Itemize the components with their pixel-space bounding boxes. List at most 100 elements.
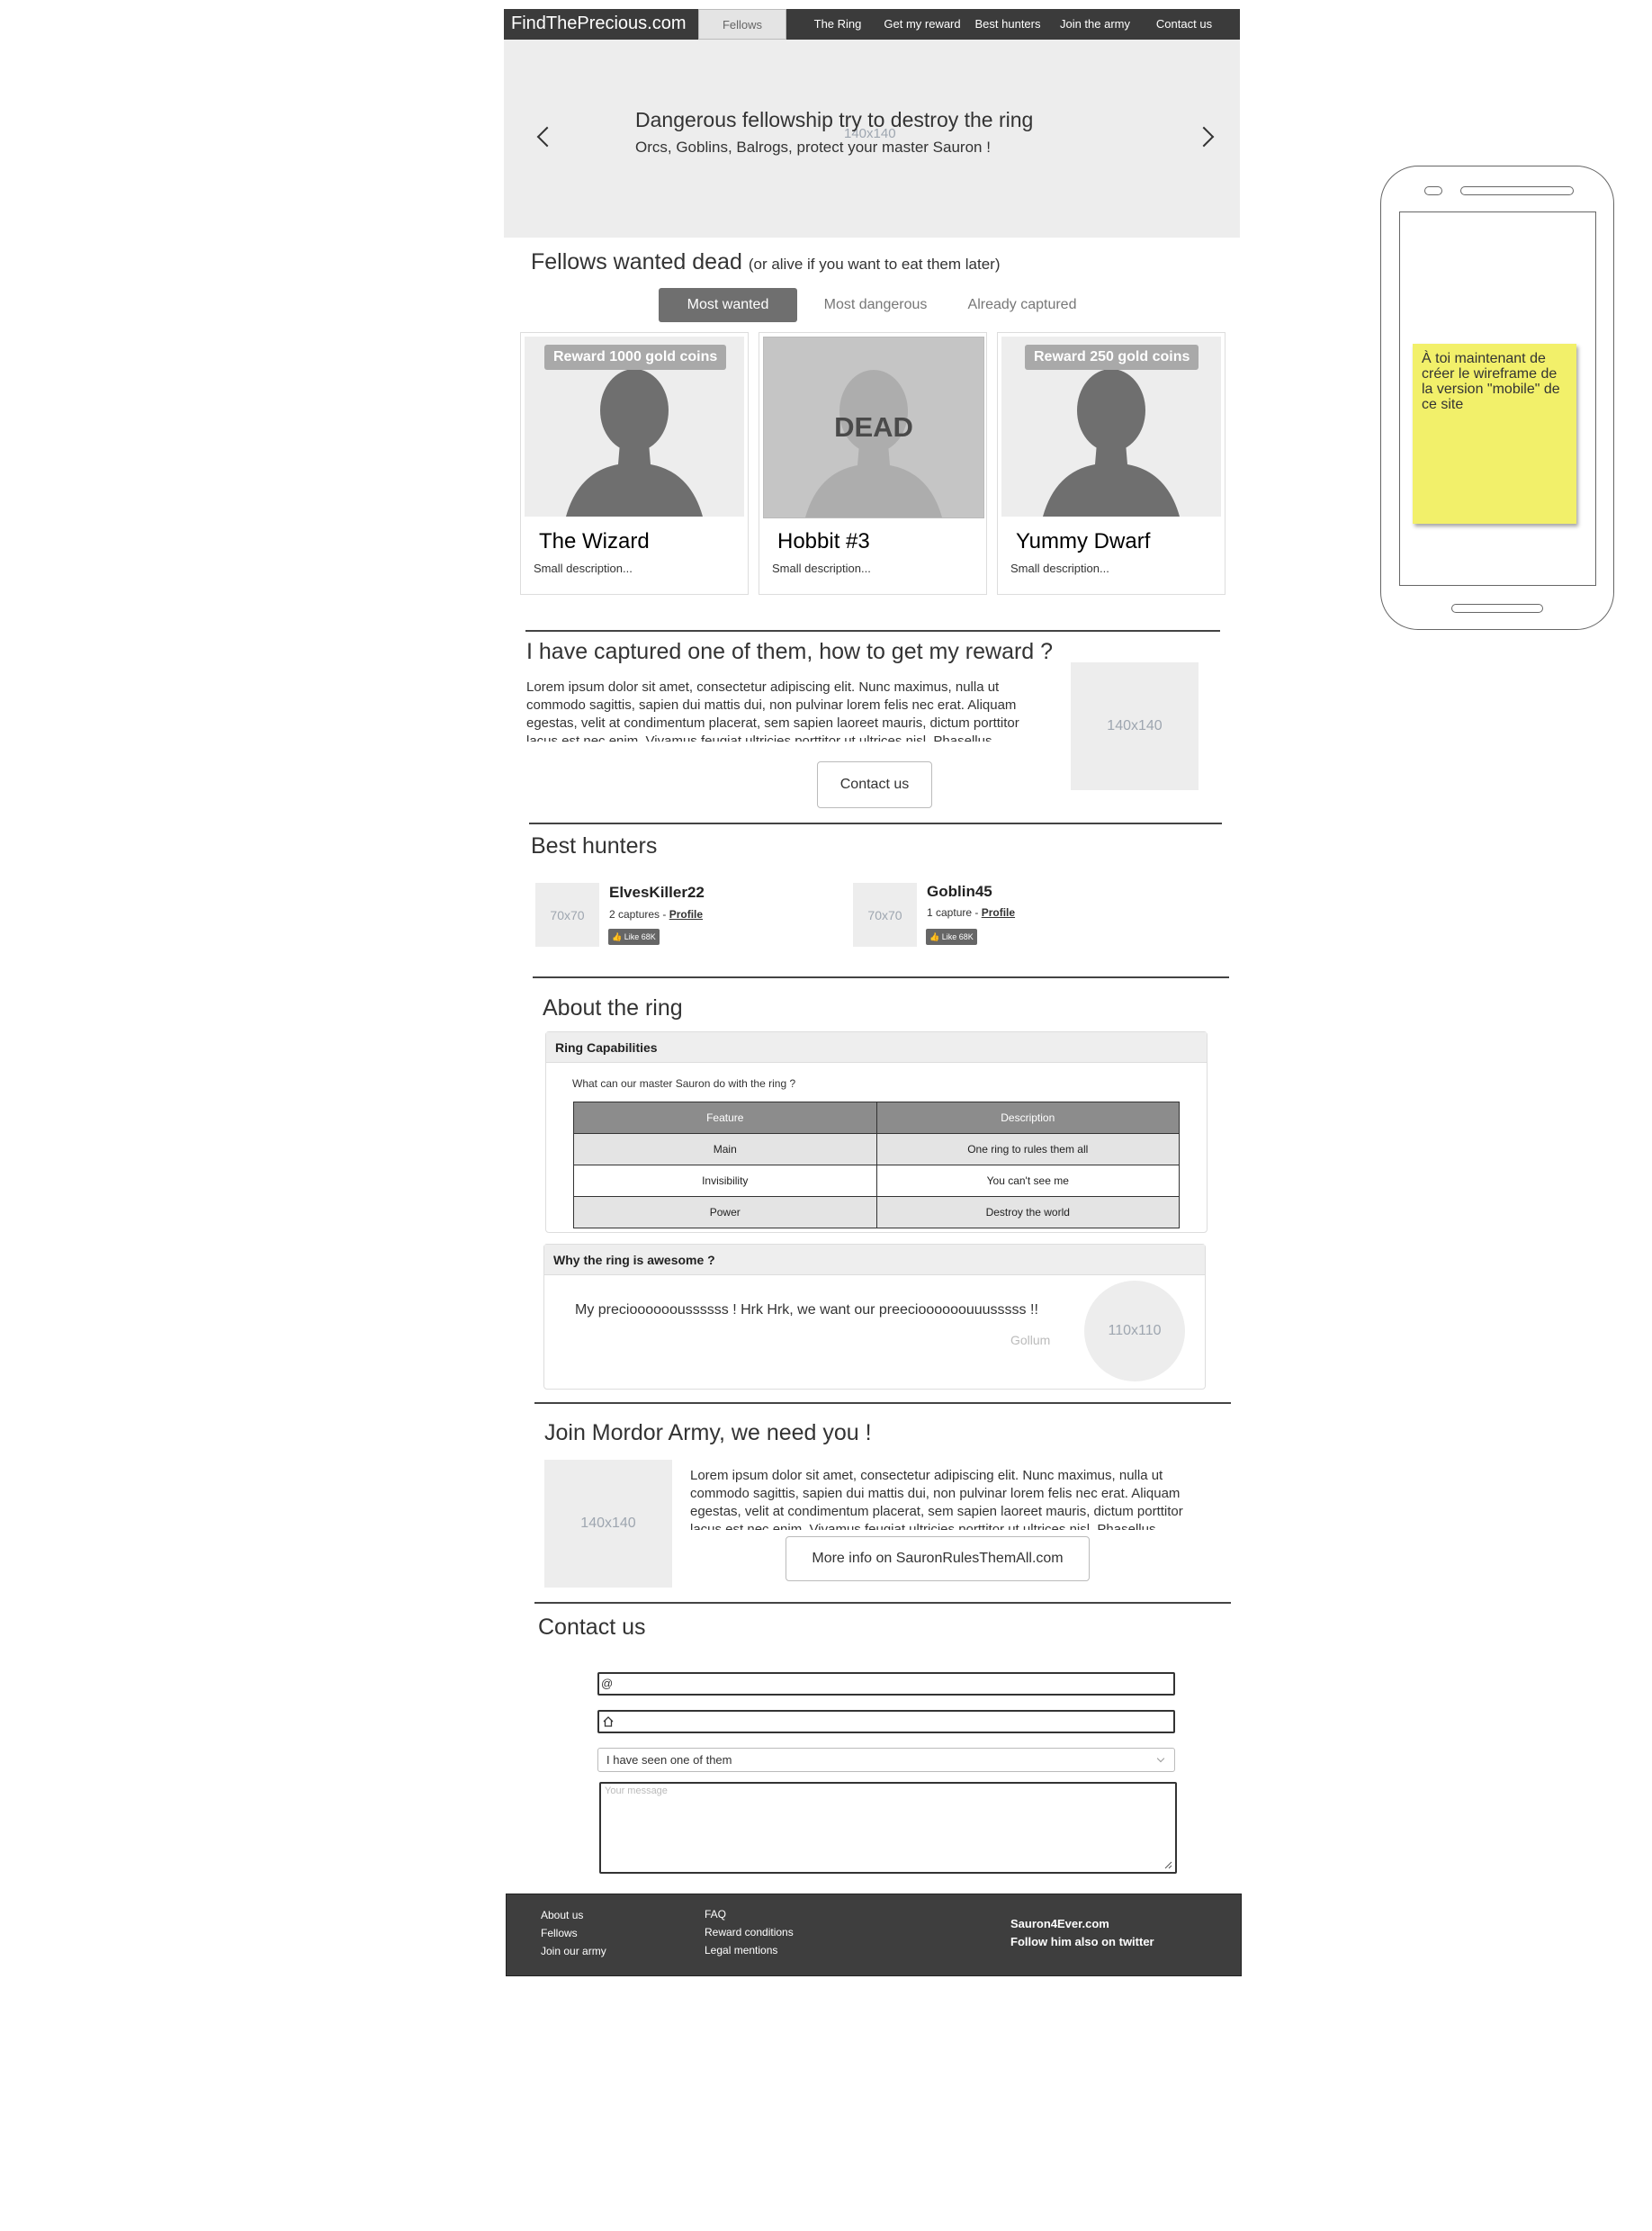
fellows-heading-text: Fellows wanted dead — [531, 249, 742, 274]
reward-badge: Reward 250 gold coins — [1025, 345, 1199, 370]
message-placeholder: Your message — [605, 1786, 668, 1796]
hunter-name[interactable]: Goblin45 — [927, 883, 992, 901]
reward-badge: Reward 1000 gold coins — [544, 345, 727, 370]
thumbs-up-icon: 👍 — [612, 932, 623, 941]
footer-link-about[interactable]: About us — [541, 1909, 583, 1921]
site-brand[interactable]: FindThePrecious.com — [511, 13, 687, 34]
fellow-description: Small description... — [534, 562, 633, 575]
person-silhouette-icon — [566, 369, 703, 517]
ring-capabilities-panel: Ring Capabilities What can our master Sa… — [545, 1031, 1208, 1233]
chevron-down-icon — [1156, 1754, 1165, 1763]
ring-awesome-panel: Why the ring is awesome ? My precioooooo… — [543, 1244, 1206, 1390]
hunter-captures: 2 captures - Profile — [609, 908, 703, 921]
hero-carousel: 140x140 Dangerous fellowship try to dest… — [504, 40, 1240, 238]
message-textarea[interactable]: Your message — [599, 1782, 1177, 1874]
fellows-heading-note: (or alive if you want to eat them later) — [748, 256, 1001, 273]
like-button[interactable]: 👍 Like 68K — [608, 929, 660, 945]
footer-link-reward-conditions[interactable]: Reward conditions — [705, 1926, 794, 1939]
hunter-captures: 1 capture - Profile — [927, 906, 1015, 919]
table-row: Invisibility You can't see me — [573, 1165, 1180, 1197]
fellow-card[interactable]: Reward 250 gold coins Yummy Dwarf Small … — [997, 332, 1226, 595]
reward-heading: I have captured one of them, how to get … — [526, 639, 1054, 664]
fellow-title: Yummy Dwarf — [1016, 529, 1151, 553]
nav-item-best-hunters[interactable]: Best hunters — [966, 9, 1049, 40]
sticky-note: À toi maintenant de créer le wireframe d… — [1413, 344, 1576, 524]
section-divider — [534, 1402, 1231, 1404]
nav-item-the-ring[interactable]: The Ring — [794, 9, 882, 40]
hunter-captures-count: 2 captures - — [609, 908, 669, 921]
at-sign-icon: @ — [601, 1677, 614, 1690]
table-cell: Main — [573, 1133, 877, 1165]
capabilities-table: Feature Description Main One ring to rul… — [573, 1102, 1180, 1228]
hunter-profile-link[interactable]: Profile — [982, 906, 1015, 919]
hunter-avatar: 70x70 — [853, 883, 917, 947]
fellows-heading: Fellows wanted dead (or alive if you wan… — [531, 249, 1001, 275]
footer-sauron-link[interactable]: Sauron4Ever.com — [1010, 1917, 1109, 1930]
top-navbar: FindThePrecious.com Fellows The Ring Get… — [504, 9, 1240, 40]
hunter-avatar: 70x70 — [535, 883, 599, 947]
nav-item-join-the-army[interactable]: Join the army — [1053, 9, 1137, 40]
like-label: Like 68K — [624, 932, 656, 941]
select-value: I have seen one of them — [606, 1753, 732, 1767]
hunter-profile-link[interactable]: Profile — [669, 908, 703, 921]
nav-item-get-my-reward[interactable]: Get my reward — [878, 9, 966, 40]
fellow-card[interactable]: DEAD Hobbit #3 Small description... — [759, 332, 987, 595]
table-cell: One ring to rules them all — [875, 1133, 1180, 1165]
like-button[interactable]: 👍 Like 68K — [926, 929, 977, 945]
gollum-avatar-placeholder: 110x110 — [1084, 1281, 1185, 1381]
reason-select[interactable]: I have seen one of them — [597, 1748, 1175, 1772]
column-header-description: Description — [875, 1102, 1180, 1134]
column-header-feature: Feature — [573, 1102, 877, 1134]
fellow-image: Reward 250 gold coins — [1001, 337, 1221, 517]
resize-handle-icon[interactable] — [1163, 1860, 1172, 1869]
table-cell: Destroy the world — [875, 1196, 1180, 1228]
nav-item-contact-us[interactable]: Contact us — [1143, 9, 1226, 40]
carousel-title: Dangerous fellowship try to destroy the … — [635, 108, 1034, 131]
footer-link-faq[interactable]: FAQ — [705, 1908, 726, 1921]
carousel-next-icon[interactable] — [1193, 126, 1215, 148]
phone-camera — [1424, 186, 1442, 195]
section-divider — [533, 976, 1229, 978]
tab-already-captured[interactable]: Already captured — [954, 288, 1091, 322]
capabilities-question: What can our master Sauron do with the r… — [572, 1077, 796, 1090]
tab-most-dangerous[interactable]: Most dangerous — [810, 288, 941, 322]
footer-link-legal-mentions[interactable]: Legal mentions — [705, 1944, 777, 1957]
nav-item-fellows[interactable]: Fellows — [698, 9, 786, 40]
footer: About us Fellows Join our army FAQ Rewar… — [506, 1894, 1242, 1976]
table-cell: You can't see me — [875, 1165, 1180, 1197]
section-divider — [529, 823, 1222, 824]
fellow-description: Small description... — [772, 562, 871, 575]
reward-text: Lorem ipsum dolor sit amet, consectetur … — [526, 679, 1019, 742]
footer-link-join-army[interactable]: Join our army — [541, 1945, 606, 1957]
person-silhouette-icon — [1043, 369, 1180, 517]
fellow-description: Small description... — [1010, 562, 1109, 575]
table-row: Power Destroy the world — [573, 1196, 1180, 1228]
army-heading: Join Mordor Army, we need you ! — [544, 1420, 872, 1445]
dead-overlay: DEAD — [834, 411, 913, 443]
panel-title: Ring Capabilities — [546, 1032, 1207, 1063]
army-image-placeholder: 140x140 — [544, 1460, 672, 1588]
panel-title: Why the ring is awesome ? — [544, 1245, 1205, 1275]
reward-image-placeholder: 140x140 — [1071, 662, 1199, 790]
footer-link-fellows[interactable]: Fellows — [541, 1927, 578, 1939]
carousel-prev-icon[interactable] — [536, 126, 558, 148]
contact-us-button[interactable]: Contact us — [817, 761, 932, 808]
table-row: Main One ring to rules them all — [573, 1133, 1180, 1165]
section-divider — [534, 1602, 1231, 1604]
hunter-name[interactable]: ElvesKiller22 — [609, 884, 705, 902]
table-cell: Invisibility — [573, 1165, 877, 1197]
email-field[interactable]: @ — [597, 1672, 1175, 1696]
quote-author: Gollum — [1010, 1333, 1051, 1347]
phone-home-button — [1451, 604, 1543, 613]
hunters-heading: Best hunters — [531, 833, 658, 859]
footer-twitter-text[interactable]: Follow him also on twitter — [1010, 1935, 1154, 1948]
fellow-card[interactable]: Reward 1000 gold coins The Wizard Small … — [520, 332, 749, 595]
ring-heading: About the ring — [543, 995, 683, 1021]
address-field[interactable] — [597, 1710, 1175, 1733]
gollum-quote: My preciooooooussssss ! Hrk Hrk, we want… — [575, 1302, 1038, 1318]
tab-most-wanted[interactable]: Most wanted — [659, 288, 797, 322]
more-info-button[interactable]: More info on SauronRulesThemAll.com — [786, 1536, 1090, 1581]
army-text: Lorem ipsum dolor sit amet, consectetur … — [690, 1468, 1183, 1530]
hunter-captures-count: 1 capture - — [927, 906, 982, 919]
phone-speaker — [1460, 186, 1574, 195]
